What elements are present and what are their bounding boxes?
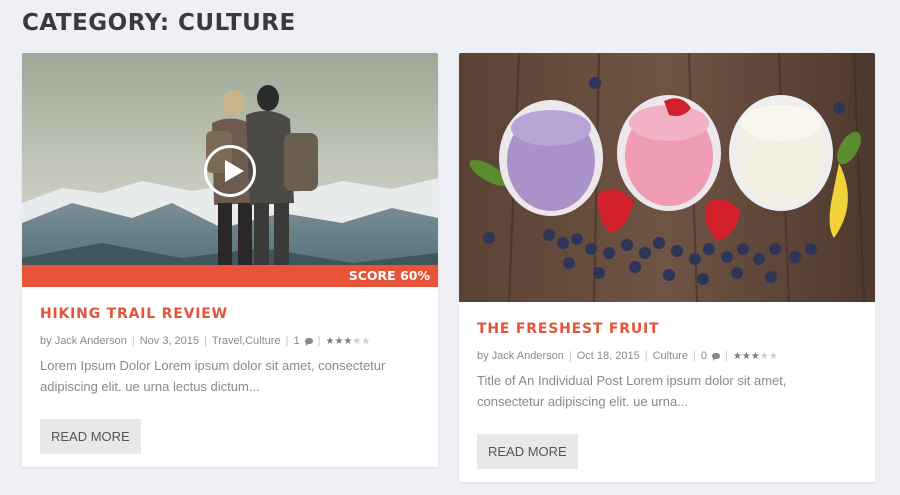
comment-count: 0 [700,350,708,362]
meta-divider: | [725,350,728,362]
meta-divider: | [204,335,207,347]
post-date: Oct 18, 2015 [576,350,640,362]
star-empty-icon: ★ [768,350,778,362]
comments-link[interactable]: 0 [700,350,721,362]
rating-stars: ★★★★★ [733,351,778,362]
meta-divider: | [317,335,321,347]
post-date: Nov 3, 2015 [139,335,200,347]
star-filled-icon: ★ [732,350,742,362]
category-link-culture[interactable]: Culture [245,335,280,347]
post-excerpt: Lorem Ipsum Dolor Lorem ipsum dolor sit … [40,358,386,394]
review-score-bar: SCORE 60% [22,265,438,287]
star-filled-icon: ★ [750,350,760,362]
read-more-button[interactable]: READ MORE [477,434,578,469]
category-link-travel[interactable]: Travel [212,335,242,347]
post-excerpt: Title of An Individual Post Lorem ipsum … [477,373,787,409]
smoothies-image [459,53,875,302]
comment-icon [712,353,721,362]
post-card: THE FRESHEST FRUIT by Jack Anderson | Oc… [459,53,875,482]
meta-divider: | [568,350,572,362]
meta-by: by [477,350,489,362]
category-link-culture[interactable]: Culture [653,350,688,362]
comments-link[interactable]: 1 [293,335,313,347]
star-empty-icon: ★ [352,335,362,347]
page-title: CATEGORY: CULTURE [22,10,296,36]
meta-divider: | [285,335,289,347]
star-empty-icon: ★ [759,350,769,362]
post-thumbnail-smoothies[interactable] [459,53,875,302]
post-meta: by Jack Anderson | Oct 18, 2015 | Cultur… [477,350,857,362]
comment-count: 1 [293,335,300,347]
meta-divider: | [644,350,648,362]
meta-by: by [40,335,52,347]
post-card: SCORE 60% HIKING TRAIL REVIEW by Jack An… [22,53,438,467]
star-filled-icon: ★ [741,350,751,362]
author-link[interactable]: Jack Anderson [55,335,127,347]
post-title[interactable]: THE FRESHEST FRUIT [477,302,857,337]
meta-divider: | [131,335,135,347]
meta-divider: | [693,350,696,362]
rating-stars: ★★★★★ [325,336,370,347]
review-score: SCORE 60% [348,268,430,283]
post-title[interactable]: HIKING TRAIL REVIEW [40,287,420,322]
read-more-button[interactable]: READ MORE [40,419,141,454]
play-button[interactable] [204,145,256,197]
author-link[interactable]: Jack Anderson [492,350,564,362]
comment-icon [304,338,313,347]
play-icon [225,160,244,182]
post-meta: by Jack Anderson | Nov 3, 2015 | Travel,… [40,335,420,347]
post-thumbnail-hikers[interactable]: SCORE 60% [22,53,438,287]
star-empty-icon: ★ [361,335,371,347]
